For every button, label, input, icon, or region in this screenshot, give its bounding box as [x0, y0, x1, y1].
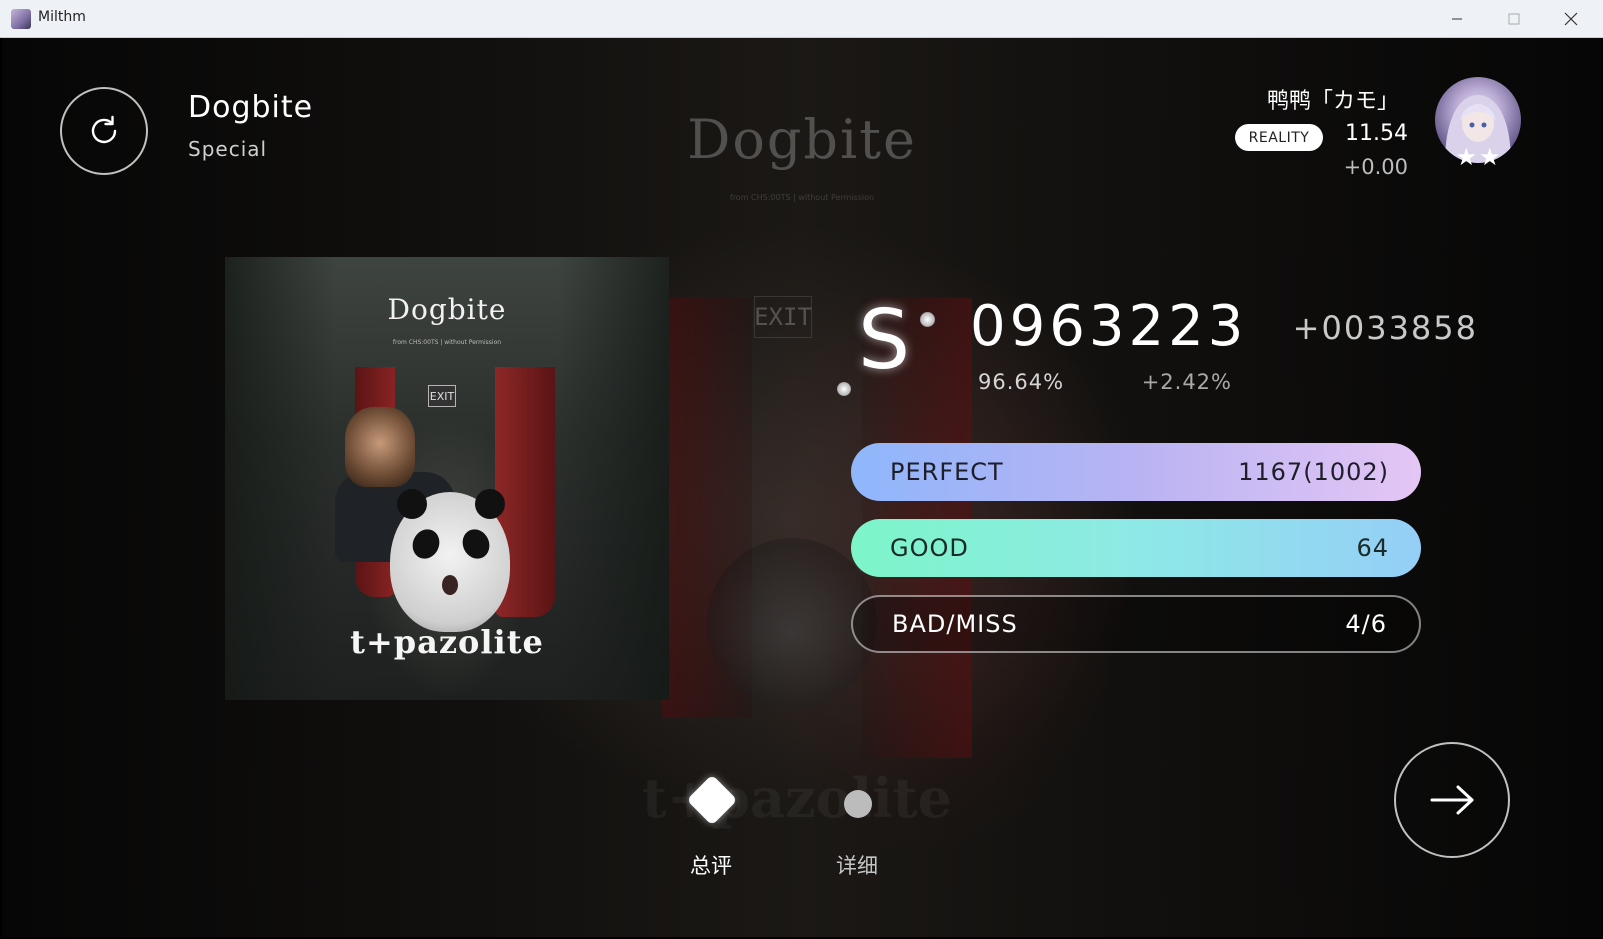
- maximize-icon: [1508, 13, 1519, 24]
- minimize-icon: [1451, 18, 1462, 19]
- cover-panda-mouth: [442, 575, 458, 595]
- close-icon: [1564, 12, 1577, 25]
- cover-panda-ear-left: [397, 489, 427, 519]
- rank-sparkle: [837, 382, 851, 396]
- minimize-button[interactable]: [1428, 0, 1485, 37]
- background-title: Dogbite: [687, 108, 917, 171]
- player-stars: ★★: [1455, 143, 1503, 171]
- next-button[interactable]: [1394, 742, 1510, 858]
- judgement-label: PERFECT: [890, 458, 1004, 486]
- window-title: Milthm: [38, 9, 86, 25]
- tab-detail[interactable]: 详细: [807, 778, 907, 888]
- cover-subtitle: from CHS:00TS | without Permission: [392, 339, 502, 346]
- diamond-icon: [686, 774, 738, 826]
- tab-summary[interactable]: 总评: [661, 774, 761, 888]
- cover-person-head: [345, 407, 415, 487]
- song-cover-art: EXIT Dogbite from CHS:00TS | without Per…: [225, 257, 669, 700]
- background-subtitle: from CHS:00TS | without Permission: [729, 193, 875, 202]
- score-delta: +0033858: [1292, 309, 1478, 347]
- judgement-good-bar: GOOD 64: [851, 519, 1421, 577]
- retry-icon: [91, 115, 117, 144]
- arrow-right-icon: [1430, 785, 1474, 815]
- app-icon: [11, 9, 31, 29]
- app-window: Milthm EXIT Dogbite from CHS:00TS | with…: [0, 0, 1603, 939]
- retry-button[interactable]: [60, 87, 148, 175]
- accuracy-delta: +2.42%: [1141, 370, 1232, 394]
- judgement-value: 64: [1356, 534, 1389, 562]
- judgement-value: 4/6: [1345, 610, 1387, 638]
- tab-detail-label: 详细: [836, 854, 878, 878]
- cover-panda-ear-right: [475, 489, 505, 519]
- judgement-value: 1167(1002): [1238, 458, 1389, 486]
- song-difficulty: Special: [188, 137, 268, 161]
- player-rating-delta: +0.00: [1343, 155, 1408, 179]
- judgement-label: BAD/MISS: [892, 610, 1018, 638]
- close-button[interactable]: [1542, 0, 1599, 37]
- cover-artist: t+pazolite: [350, 623, 544, 661]
- rank-grade: S: [858, 293, 911, 388]
- cover-title: Dogbite: [387, 293, 507, 326]
- rank-sparkle: [920, 312, 935, 327]
- score: 0963223: [970, 294, 1248, 359]
- song-title: Dogbite: [188, 90, 314, 125]
- maximize-button[interactable]: [1485, 0, 1542, 37]
- judgement-label: GOOD: [890, 534, 969, 562]
- title-bar: Milthm: [0, 0, 1603, 38]
- player-rating: 11.54: [1345, 121, 1408, 146]
- tab-summary-label: 总评: [690, 854, 732, 878]
- background-exit-sign: EXIT: [754, 296, 812, 338]
- judgement-bad-miss-bar: BAD/MISS 4/6: [851, 595, 1421, 653]
- reality-badge: REALITY: [1235, 124, 1323, 151]
- player-name: 鸭鸭「カモ」: [1266, 89, 1399, 114]
- judgement-perfect-bar: PERFECT 1167(1002): [851, 443, 1421, 501]
- dot-icon: [844, 790, 872, 818]
- accuracy: 96.64%: [978, 370, 1065, 394]
- cover-exit-sign: EXIT: [428, 385, 456, 407]
- game-area: EXIT Dogbite from CHS:00TS | without Per…: [2, 38, 1601, 937]
